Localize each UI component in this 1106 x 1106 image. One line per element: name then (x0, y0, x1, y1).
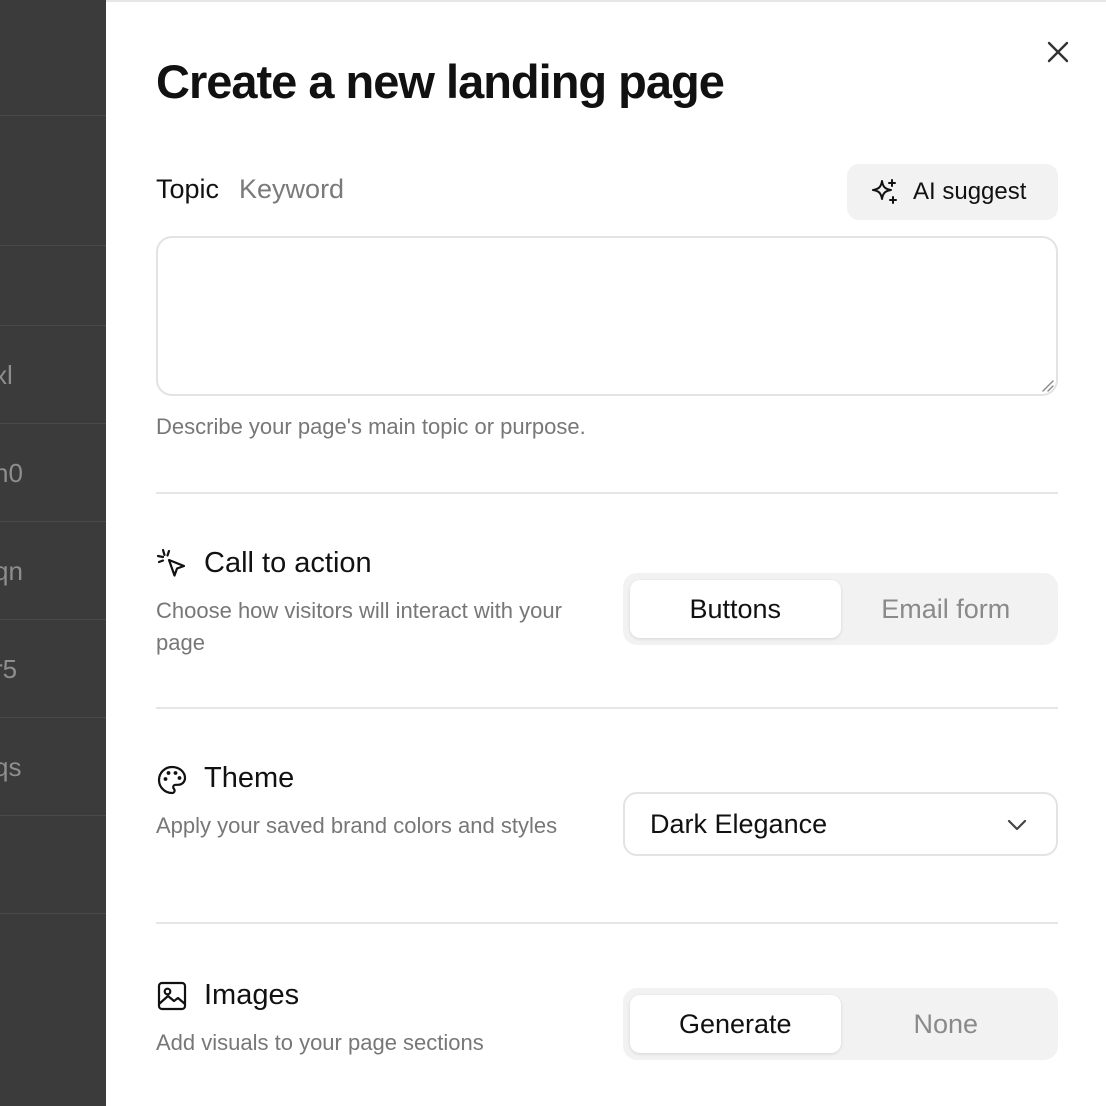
theme-description: Apply your saved brand colors and styles (156, 813, 558, 838)
images-option-generate[interactable]: Generate (630, 995, 841, 1053)
background-row (0, 116, 106, 246)
pointer-click-icon (156, 548, 186, 577)
section-divider (156, 707, 1058, 709)
page-title: Create a new landing page (156, 55, 725, 108)
background-row-text: r5 (0, 654, 18, 684)
call-to-action-selector: Buttons Email form (623, 573, 1058, 645)
background-row: r5 (0, 620, 106, 718)
close-icon (1047, 41, 1069, 63)
background-row-text: xl (0, 360, 13, 390)
images-description: Add visuals to your page sections (156, 1030, 484, 1055)
background-row (0, 0, 106, 116)
images-option-none[interactable]: None (841, 995, 1052, 1053)
background-overlay[interactable]: xl h0 qn r5 qs (0, 0, 106, 1106)
background-row (0, 246, 106, 326)
theme-select[interactable]: Dark Elegance (623, 792, 1058, 856)
ai-suggest-label: AI suggest (913, 178, 1027, 205)
input-mode-tabs: Topic Keyword (156, 174, 344, 205)
create-landing-page-drawer: Create a new landing page Topic Keyword … (106, 0, 1106, 1106)
images-title: Images (204, 979, 300, 1011)
background-row: qs (0, 718, 106, 816)
background-row: h0 (0, 424, 106, 522)
resize-handle-icon[interactable] (1038, 376, 1054, 392)
close-button[interactable] (1042, 36, 1074, 68)
theme-title: Theme (204, 762, 295, 794)
palette-icon (157, 765, 187, 795)
theme-select-value: Dark Elegance (650, 808, 828, 839)
cta-option-buttons[interactable]: Buttons (630, 580, 841, 638)
chevron-down-icon (1007, 819, 1027, 831)
background-row (0, 816, 106, 914)
background-row-text: h0 (0, 458, 23, 488)
cta-option-email-form[interactable]: Email form (841, 580, 1052, 638)
ai-suggest-button[interactable]: AI suggest (847, 164, 1058, 220)
call-to-action-title: Call to action (204, 547, 372, 579)
tab-topic[interactable]: Topic (156, 174, 219, 205)
tab-keyword[interactable]: Keyword (239, 174, 344, 205)
topic-helper-text: Describe your page's main topic or purpo… (156, 414, 586, 439)
background-row-text: qs (0, 752, 22, 782)
background-row-text: qn (0, 556, 23, 586)
section-divider (156, 492, 1058, 494)
section-divider (156, 922, 1058, 924)
images-selector: Generate None (623, 988, 1058, 1060)
sparkle-icon (872, 179, 897, 204)
background-row: qn (0, 522, 106, 620)
image-icon (157, 981, 187, 1011)
background-row: xl (0, 326, 106, 424)
call-to-action-description: Choose how visitors will interact with y… (156, 598, 562, 655)
topic-input[interactable] (156, 236, 1058, 396)
